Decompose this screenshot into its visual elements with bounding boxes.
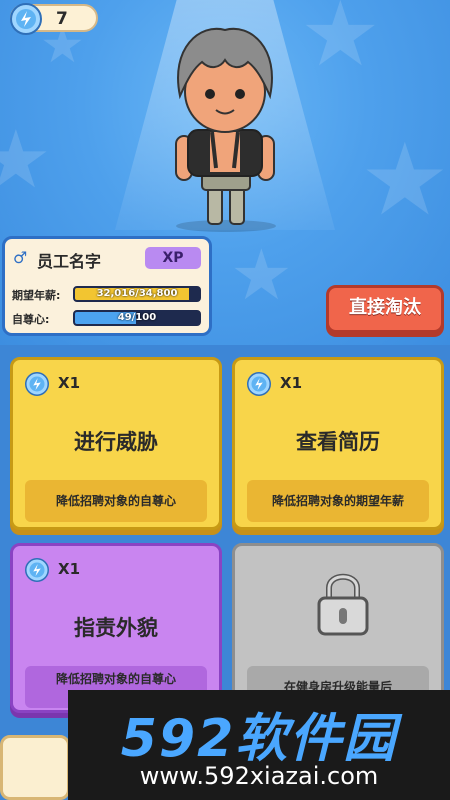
employee-character: [175, 27, 276, 232]
male-icon: ♂: [13, 248, 28, 267]
action-card-resume[interactable]: X1 查看简历 降低招聘对象的期望年薪: [232, 357, 444, 530]
card-cost: X1: [58, 374, 81, 392]
salary-label: 期望年薪:: [12, 289, 61, 302]
gem-count: 7: [56, 9, 68, 29]
star-decoration: ★: [360, 121, 450, 238]
gem-counter: 7: [10, 3, 98, 35]
card-title: 指责外貌: [74, 616, 158, 640]
xp-badge: XP: [145, 247, 201, 269]
employee-name: 员工名字: [37, 252, 102, 271]
partial-card[interactable]: [0, 735, 70, 800]
watermark-brand: 592软件园: [120, 709, 398, 769]
lock-icon: [317, 573, 369, 636]
esteem-value: 49/100: [117, 312, 157, 323]
gem-icon: [25, 372, 49, 396]
star-decoration: ★: [230, 234, 293, 316]
gem-icon: [247, 372, 271, 396]
card-description: 降低招聘对象的期望年薪: [247, 480, 429, 522]
action-card-criticize-looks[interactable]: X1 指责外貌 降低招聘对象的自尊心 但易: [10, 543, 222, 713]
watermark-url: www.592xiazai.com: [139, 762, 379, 790]
employee-info-card: ♂ 员工名字 XP 期望年薪: 32,016/34,800 自尊心: 49/10…: [2, 236, 212, 336]
card-title: 进行威胁: [74, 430, 158, 454]
watermark-banner: 592软件园 www.592xiazai.com: [68, 690, 450, 800]
action-card-threaten[interactable]: X1 进行威胁 降低招聘对象的自尊心: [10, 357, 222, 530]
card-cost: X1: [280, 374, 303, 392]
salary-bar: 32,016/34,800: [73, 286, 201, 302]
action-card-locked[interactable]: 在健身房升级能量后: [232, 543, 444, 713]
esteem-label: 自尊心:: [12, 313, 50, 326]
card-description: 降低招聘对象的自尊心: [25, 480, 207, 522]
star-decoration: ★: [300, 0, 381, 87]
card-description-line1: 降低招聘对象的自尊心: [55, 672, 176, 686]
eliminate-button[interactable]: 直接淘汰: [326, 285, 444, 333]
star-decoration: ★: [0, 113, 52, 206]
salary-value: 32,016/34,800: [96, 288, 178, 299]
gem-icon: [10, 3, 42, 35]
card-title: 查看简历: [296, 430, 380, 454]
card-cost: X1: [58, 560, 81, 578]
esteem-bar: 49/100: [73, 310, 201, 326]
gem-icon: [25, 558, 49, 582]
